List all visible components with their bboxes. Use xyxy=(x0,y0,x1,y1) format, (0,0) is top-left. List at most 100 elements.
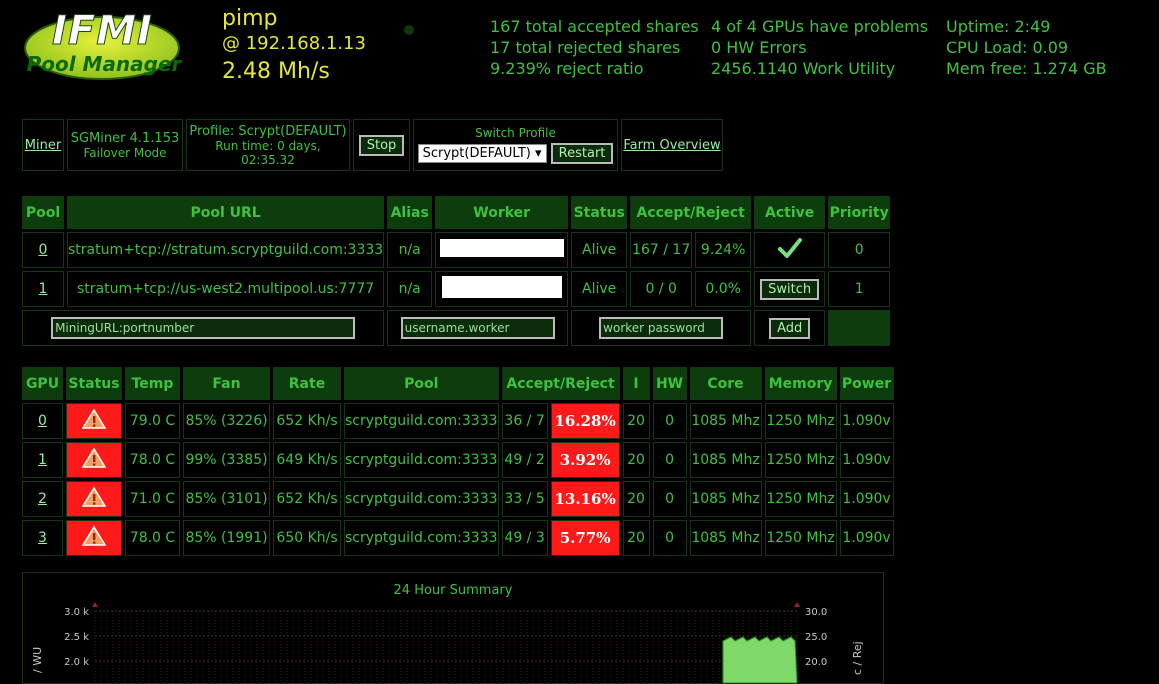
miner-version: SGMiner 4.1.153 xyxy=(70,130,180,146)
th-memory: Memory xyxy=(764,367,837,400)
th-pool: Pool xyxy=(344,367,499,400)
host-name: pimp xyxy=(222,6,278,31)
th-fan: Fan xyxy=(183,367,270,400)
table-row: 1 stratum+tcp://us-west2.multipool.us:77… xyxy=(22,271,891,307)
th-priority: Priority xyxy=(828,196,891,229)
th-status: Status xyxy=(571,196,628,229)
table-row: 0 79.0 C 85% (3226) 652 Kh/s scryptguild.com… xyxy=(22,403,894,439)
switch-pool-button[interactable]: Switch xyxy=(760,278,820,300)
pool-url-input[interactable]: MiningURL:portnumber xyxy=(51,317,356,339)
gpu-memory: 1250 Mhz xyxy=(764,520,837,556)
pool-priority: 1 xyxy=(828,271,891,307)
gpu-rate: 652 Kh/s xyxy=(273,481,341,517)
run-time: Run time: 0 days, 02:35.32 xyxy=(215,138,321,167)
profile-select[interactable]: Scrypt(DEFAULT) ▾ xyxy=(417,144,547,163)
warning-icon xyxy=(81,408,107,429)
restart-button[interactable]: Restart xyxy=(550,143,614,164)
gpu-pool: scryptguild.com:3333 xyxy=(344,442,499,478)
switch-profile-cell: Switch Profile Scrypt(DEFAULT) ▾ Restart xyxy=(413,119,618,171)
miner-version-cell: SGMiner 4.1.153 Failover Mode xyxy=(67,119,183,171)
switch-profile-label: Switch Profile xyxy=(475,126,556,140)
pool-status: Alive xyxy=(571,271,628,307)
gpu-link[interactable]: 2 xyxy=(38,491,47,507)
gpu-status-cell xyxy=(66,403,122,439)
th-rate: Rate xyxy=(273,367,341,400)
gpu-link[interactable]: 0 xyxy=(38,413,47,429)
gpu-hw: 0 xyxy=(652,403,687,439)
profile-cell: Profile: Scrypt(DEFAULT) Run time: 0 day… xyxy=(186,119,350,171)
active-cell: Switch xyxy=(754,271,826,307)
gpu-link[interactable]: 3 xyxy=(38,530,47,546)
accepted-shares: 167 total accepted shares xyxy=(490,17,699,36)
profile-name: Profile: Scrypt(DEFAULT) xyxy=(189,123,347,139)
logo-subtitle: Pool Manager xyxy=(26,52,182,76)
worker-field[interactable] xyxy=(439,239,564,257)
gpu-reject-pct: 13.16% xyxy=(550,481,620,517)
y-axis-label: / WU xyxy=(31,647,44,673)
host-hashrate: 2.48 Mh/s xyxy=(222,59,330,84)
worker-field[interactable] xyxy=(441,276,562,298)
gpu-temp: 78.0 C xyxy=(125,442,180,478)
host-ip: @ 192.168.1.13 xyxy=(222,33,366,54)
th-accept-reject: Accept/Reject xyxy=(630,196,752,229)
farm-overview-link[interactable]: Farm Overview xyxy=(623,138,720,153)
table-row: 1 78.0 C 99% (3385) 649 Kh/s scryptguild.com… xyxy=(22,442,894,478)
gpu-status-cell xyxy=(66,442,122,478)
ifmi-logo: IFMI Pool Manager xyxy=(22,8,182,82)
gpu-accept-reject: 33 / 5 xyxy=(501,481,548,517)
gpu-rate: 649 Kh/s xyxy=(273,442,341,478)
gpu-link[interactable]: 1 xyxy=(38,452,47,468)
pool-accept-reject: 167 / 17 xyxy=(630,232,693,268)
system-stats: Uptime: 2:49 CPU Load: 0.09 Mem free: 1.… xyxy=(946,16,1107,79)
empty-cell xyxy=(828,310,891,346)
pool-user-input[interactable]: username.worker xyxy=(400,317,555,339)
chart-canvas: 3.0 k 30.0 2.5 k 25.0 2.0 k 20.0 / WU c / Rej xyxy=(31,602,864,683)
gpu-intensity: 20 xyxy=(622,520,650,556)
gpu-temp: 79.0 C xyxy=(125,403,180,439)
gpu-pool: scryptguild.com:3333 xyxy=(344,481,499,517)
y-tick-label: 2.0 k xyxy=(64,657,89,668)
host-info: pimp @ 192.168.1.13 2.48 Mh/s xyxy=(222,6,366,88)
gpu-id-cell: 1 xyxy=(22,442,63,478)
gpu-header-row: GPU Status Temp Fan Rate Pool Accept/Rej… xyxy=(22,367,894,400)
th-gpu: GPU xyxy=(22,367,63,400)
pool-url: stratum+tcp://us-west2.multipool.us:7777 xyxy=(67,271,385,307)
area-series xyxy=(722,636,798,683)
table-row: 3 78.0 C 85% (1991) 650 Kh/s scryptguild.com… xyxy=(22,520,894,556)
warning-icon xyxy=(81,447,107,468)
farm-cell: Farm Overview xyxy=(621,119,723,171)
y2-tick-label: 25.0 xyxy=(805,632,827,643)
pool-pass-input[interactable]: worker password xyxy=(599,317,724,339)
gpu-intensity: 20 xyxy=(622,442,650,478)
th-pool: Pool xyxy=(22,196,64,229)
miner-link[interactable]: Miner xyxy=(25,138,61,153)
stop-button[interactable]: Stop xyxy=(358,134,405,156)
pool-status: Alive xyxy=(571,232,628,268)
gpu-fan: 85% (3226) xyxy=(183,403,270,439)
gpu-memory: 1250 Mhz xyxy=(764,442,837,478)
pool-alias: n/a xyxy=(387,232,433,268)
pool-table: Pool Pool URL Alias Worker Status Accept… xyxy=(19,193,893,349)
gpu-hw: 0 xyxy=(652,520,687,556)
y2-tick-label: 20.0 xyxy=(805,657,827,668)
gpu-pool: scryptguild.com:3333 xyxy=(344,520,499,556)
th-pool-url: Pool URL xyxy=(67,196,385,229)
gpu-status-cell xyxy=(66,481,122,517)
th-core: Core xyxy=(689,367,762,400)
gpu-core: 1085 Mhz xyxy=(689,520,762,556)
pool-url: stratum+tcp://stratum.scryptguild.com:33… xyxy=(67,232,385,268)
gpu-rate: 652 Kh/s xyxy=(273,403,341,439)
gpu-temp: 71.0 C xyxy=(125,481,180,517)
uptime: Uptime: 2:49 xyxy=(946,17,1051,36)
add-pool-button[interactable]: Add xyxy=(769,317,811,339)
work-utility: 2456.1140 Work Utility xyxy=(711,59,896,78)
table-row: 2 71.0 C 85% (3101) 652 Kh/s scryptguild.com… xyxy=(22,481,894,517)
pool-reject-pct: 9.24% xyxy=(695,232,752,268)
th-accept-reject: Accept/Reject xyxy=(501,367,620,400)
pool-0-link[interactable]: 0 xyxy=(39,242,48,258)
pool-1-link[interactable]: 1 xyxy=(39,281,48,297)
gpu-id-cell: 0 xyxy=(22,403,63,439)
gpu-power: 1.090v xyxy=(839,403,894,439)
miner-mode: Failover Mode xyxy=(83,145,167,160)
axis-arrow-right xyxy=(794,602,800,607)
